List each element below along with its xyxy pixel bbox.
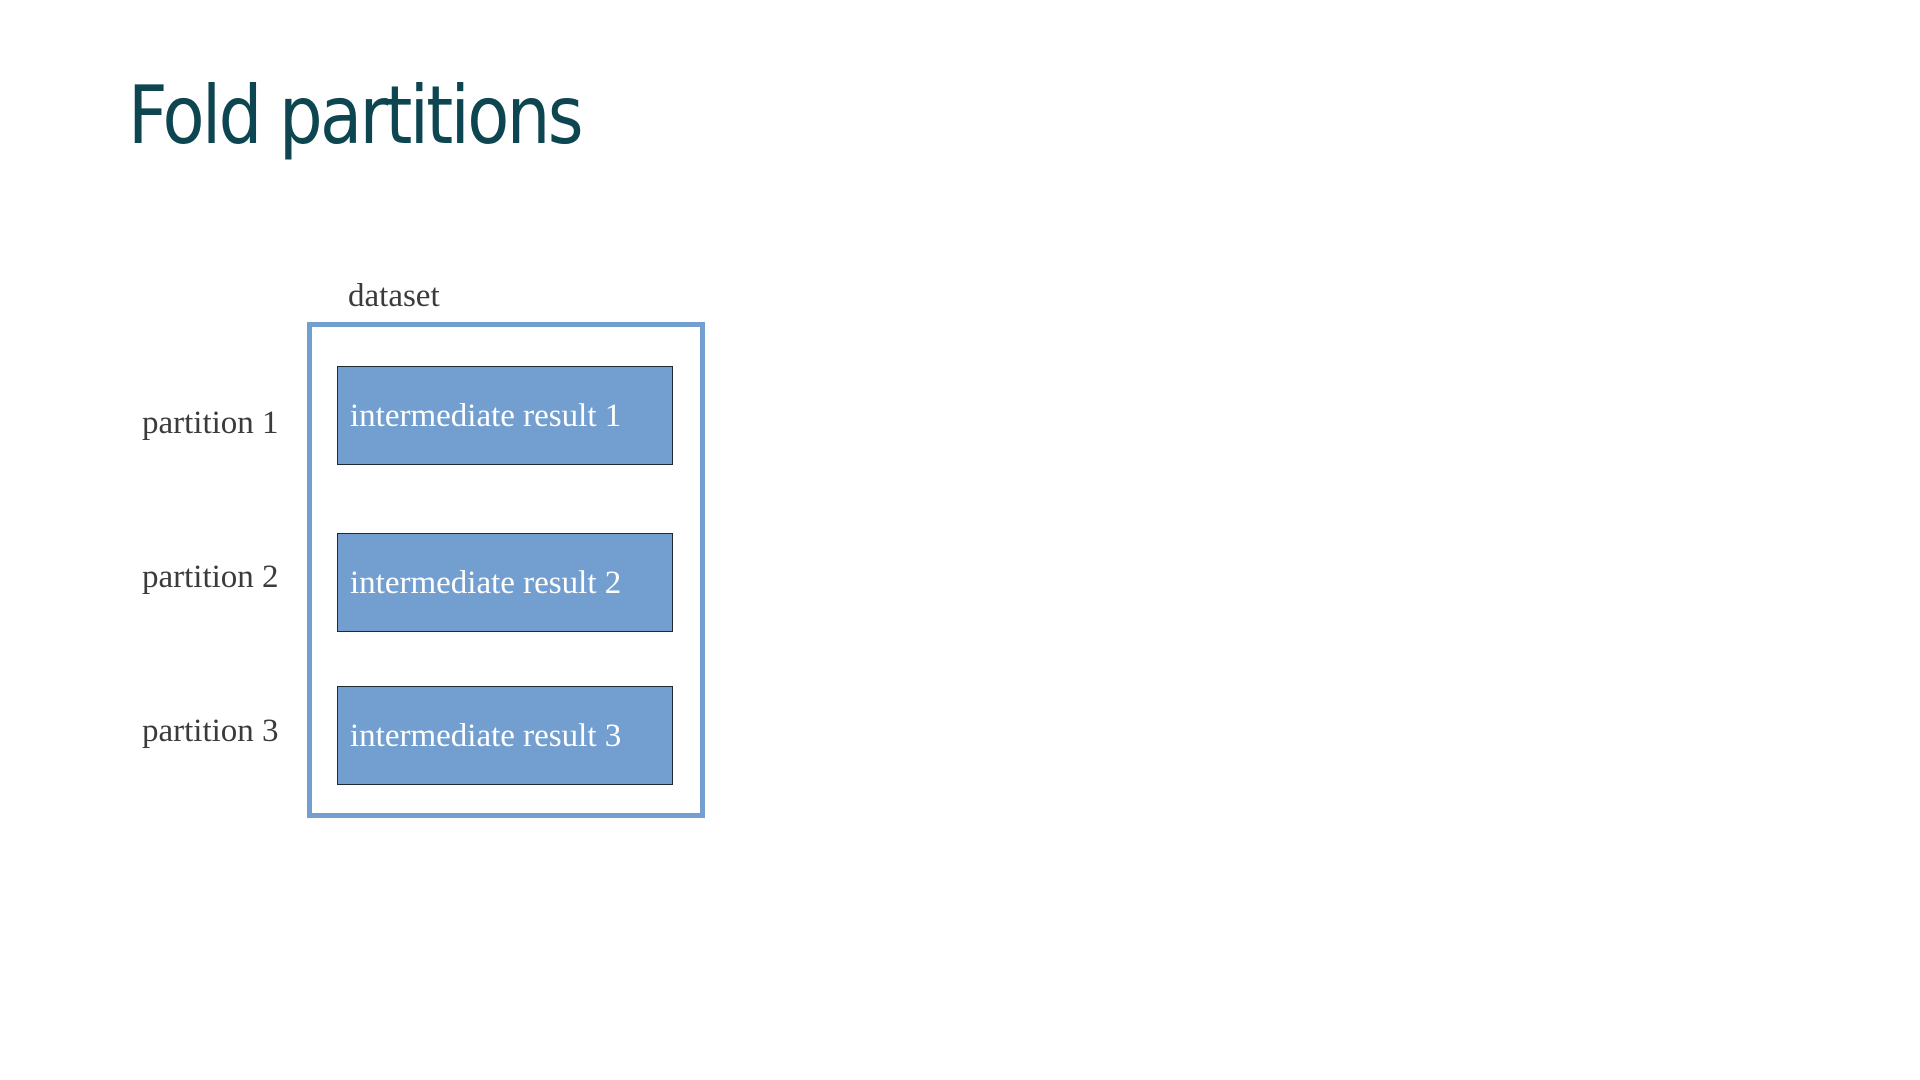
partition-label-3: partition 3 [142, 713, 279, 749]
intermediate-result-label-3: intermediate result 3 [350, 717, 622, 754]
partition-label-1: partition 1 [142, 405, 279, 441]
partition-label-2: partition 2 [142, 559, 279, 595]
slide-title: Fold partitions [128, 69, 584, 162]
intermediate-result-label-2: intermediate result 2 [350, 564, 622, 601]
intermediate-result-box-2: intermediate result 2 [337, 533, 673, 632]
intermediate-result-label-1: intermediate result 1 [350, 397, 622, 434]
dataset-label: dataset [348, 278, 440, 314]
intermediate-result-box-3: intermediate result 3 [337, 686, 673, 785]
intermediate-result-box-1: intermediate result 1 [337, 366, 673, 465]
